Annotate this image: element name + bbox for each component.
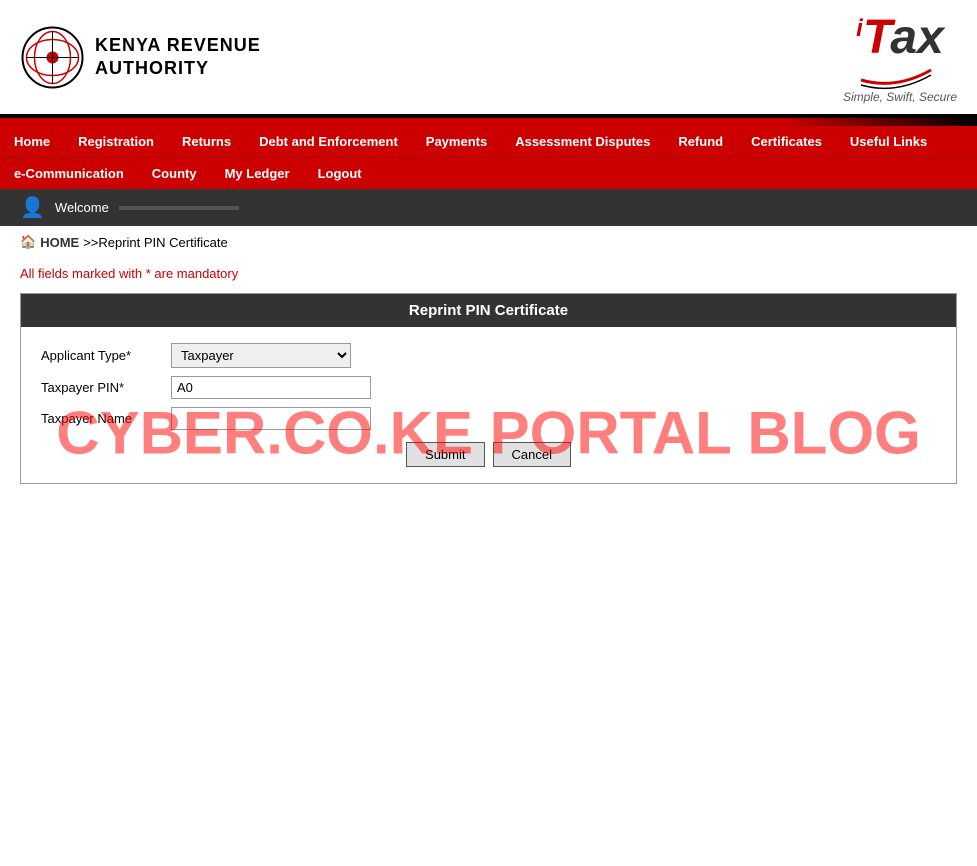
nav-assessment-disputes[interactable]: Assessment Disputes [501,126,664,157]
top-navigation: Home Registration Returns Debt and Enfor… [0,126,977,157]
nav-county[interactable]: County [138,158,211,189]
nav-debt-enforcement[interactable]: Debt and Enforcement [245,126,412,157]
applicant-type-select[interactable]: Taxpayer Tax Agent Individual [171,343,351,368]
breadcrumb-current: >>Reprint PIN Certificate [83,235,228,250]
submit-button[interactable]: Submit [406,442,484,467]
breadcrumb: 🏠 HOME >>Reprint PIN Certificate [0,226,977,258]
nav-refund[interactable]: Refund [664,126,737,157]
kra-logo: Kenya RevenueAuthority [20,25,261,90]
itax-tagline: Simple, Swift, Secure [843,90,957,104]
nav-home[interactable]: Home [0,126,64,157]
nav-useful-links[interactable]: Useful Links [836,126,941,157]
red-separator [0,118,977,126]
breadcrumb-home[interactable]: HOME [40,235,79,250]
form-title: Reprint PIN Certificate [21,294,956,327]
nav-returns[interactable]: Returns [168,126,245,157]
form-actions: Submit Cancel [41,442,936,467]
nav-my-ledger[interactable]: My Ledger [211,158,304,189]
header: Kenya RevenueAuthority iTax Simple, Swif… [0,0,977,118]
taxpayer-pin-input[interactable] [171,376,371,399]
user-icon: 👤 [20,195,45,220]
welcome-username [119,206,239,210]
applicant-type-label: Applicant Type* [41,348,171,363]
itax-logo: iTax Simple, Swift, Secure [843,10,957,104]
nav-registration[interactable]: Registration [64,126,168,157]
kra-emblem-icon [20,25,85,90]
reprint-pin-form: Reprint PIN Certificate Applicant Type* … [20,293,957,484]
taxpayer-name-label: Taxpayer Name [41,411,171,426]
nav-certificates[interactable]: Certificates [737,126,836,157]
applicant-type-row: Applicant Type* Taxpayer Tax Agent Indiv… [41,343,936,368]
taxpayer-name-input[interactable] [171,407,371,430]
cancel-button[interactable]: Cancel [493,442,571,467]
welcome-label: Welcome [55,200,109,215]
bottom-navigation: e-Communication County My Ledger Logout [0,157,977,189]
taxpayer-pin-label: Taxpayer PIN* [41,380,171,395]
form-body: Applicant Type* Taxpayer Tax Agent Indiv… [21,327,956,483]
org-name: Kenya RevenueAuthority [95,34,261,81]
nav-logout[interactable]: Logout [304,158,376,189]
home-icon: 🏠 [20,234,36,250]
nav-payments[interactable]: Payments [412,126,501,157]
taxpayer-name-row: Taxpayer Name [41,407,936,430]
mandatory-note: All fields marked with * are mandatory [0,258,977,293]
welcome-bar: 👤 Welcome [0,189,977,226]
nav-ecommunication[interactable]: e-Communication [0,158,138,189]
taxpayer-pin-row: Taxpayer PIN* [41,376,936,399]
